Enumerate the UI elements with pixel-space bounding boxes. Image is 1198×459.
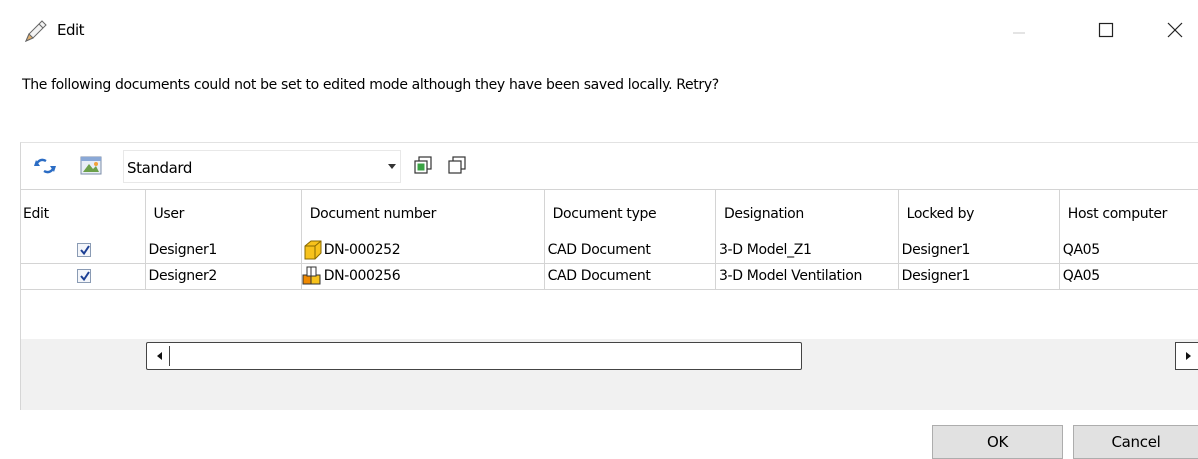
close-icon — [1167, 22, 1183, 38]
maximize-icon — [1098, 22, 1114, 38]
document-number: DN-000256 — [323, 268, 401, 284]
column-header-document-number[interactable]: Document number — [301, 190, 545, 237]
table-header-row: Edit User Document number Document type … — [21, 190, 1198, 237]
minimize-icon — [1013, 32, 1025, 34]
cancel-button[interactable]: Cancel — [1073, 425, 1198, 459]
retry-message: The following documents could not be set… — [22, 77, 719, 93]
checkmark-icon — [80, 271, 91, 282]
horizontal-scrollbar[interactable] — [146, 342, 1198, 370]
assembly-icon — [302, 266, 321, 285]
host-computer-cell: QA05 — [1059, 263, 1198, 290]
host-computer-cell: QA05 — [1059, 237, 1198, 264]
locked-by-cell: Designer1 — [898, 237, 1060, 264]
document-type-cell: CAD Document — [544, 263, 717, 290]
maximize-button[interactable] — [1083, 10, 1129, 50]
chevron-down-icon[interactable] — [388, 164, 396, 169]
document-number-cell: DN-000252 — [301, 237, 545, 264]
refresh-icon[interactable] — [33, 154, 57, 178]
designation-cell: 3-D Model Ventilation — [715, 263, 899, 290]
column-header-designation[interactable]: Designation — [715, 190, 899, 237]
scroll-right-button[interactable] — [1175, 342, 1198, 370]
arrow-left-icon — [156, 352, 162, 360]
view-image-icon[interactable] — [79, 154, 103, 178]
edit-checkbox[interactable] — [77, 269, 92, 283]
document-number: DN-000252 — [323, 241, 401, 258]
arrow-right-icon — [1185, 352, 1191, 360]
collapse-all-icon[interactable] — [445, 154, 469, 178]
pencil-icon — [25, 20, 47, 42]
locked-by-cell: Designer1 — [898, 263, 1060, 290]
toolbar: Standard — [21, 143, 1198, 189]
minimize-button[interactable] — [996, 10, 1042, 50]
ok-button[interactable]: OK — [932, 425, 1063, 459]
document-number-cell: DN-000256 — [301, 263, 545, 290]
documents-panel: Standard Edit User Document number Docum… — [20, 142, 1198, 410]
document-type-cell: CAD Document — [544, 237, 717, 264]
column-header-host-computer[interactable]: Host computer — [1059, 190, 1198, 237]
expand-all-icon[interactable] — [411, 154, 435, 178]
table-row[interactable]: Designer1 DN-000252 CAD Document 3-D Mod… — [21, 237, 1198, 264]
scrollbar-thumb[interactable] — [146, 342, 802, 370]
edit-cell — [21, 237, 146, 264]
documents-grid: Edit User Document number Document type … — [21, 189, 1198, 339]
scroll-left-button[interactable] — [150, 346, 170, 366]
checkmark-icon — [80, 245, 91, 255]
view-select-value: Standard — [127, 159, 193, 177]
view-select[interactable]: Standard — [123, 150, 401, 183]
edit-checkbox[interactable] — [77, 242, 92, 257]
column-header-document-type[interactable]: Document type — [544, 190, 717, 237]
user-cell: Designer2 — [145, 263, 302, 290]
title-bar: Edit — [0, 0, 1198, 62]
window-title: Edit — [57, 21, 85, 39]
designation-cell: 3-D Model_Z1 — [715, 237, 899, 264]
user-cell: Designer1 — [145, 237, 302, 264]
close-button[interactable] — [1152, 10, 1198, 50]
part-icon — [304, 240, 322, 260]
column-header-user[interactable]: User — [145, 190, 302, 237]
edit-cell — [21, 263, 146, 290]
column-header-edit[interactable]: Edit — [21, 190, 146, 237]
table-row[interactable]: Designer2 DN-000256 CAD Document 3-D Mod… — [21, 263, 1198, 290]
documents-table: Edit User Document number Document type … — [21, 190, 1198, 290]
column-header-locked-by[interactable]: Locked by — [898, 190, 1060, 237]
